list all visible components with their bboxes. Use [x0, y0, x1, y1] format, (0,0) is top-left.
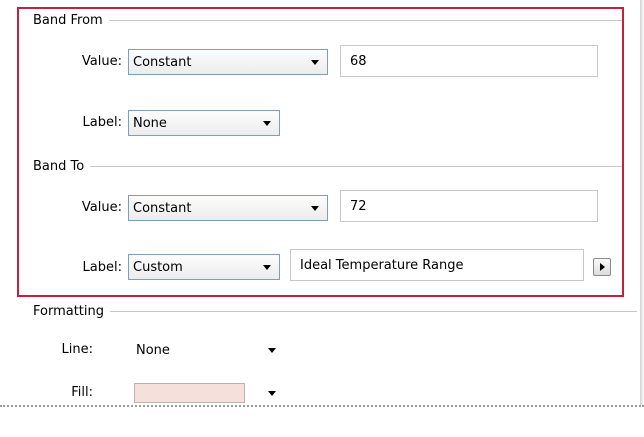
band-from-value-type-dropdown[interactable]: Constant — [128, 49, 328, 75]
chevron-down-icon — [268, 390, 276, 396]
band-from-value-label: Value: — [81, 54, 122, 69]
formatting-title: Formatting — [33, 303, 105, 319]
line-style-selected: None — [136, 342, 170, 358]
band-to-label-type-dropdown[interactable]: Custom — [128, 254, 280, 280]
line-style-dropdown[interactable]: None — [128, 337, 284, 363]
band-from-label-label: Label: — [82, 115, 122, 130]
band-from-value-input[interactable]: 68 — [340, 45, 598, 77]
band-from-label-type-selected: None — [133, 115, 167, 131]
band-to-divider — [90, 165, 623, 167]
fill-color-swatch — [134, 383, 245, 403]
band-from-value-type-selected: Constant — [133, 54, 192, 70]
band-to-value-label: Value: — [81, 200, 122, 215]
formatting-divider — [110, 310, 637, 312]
chevron-down-icon — [268, 347, 276, 353]
chevron-down-icon — [311, 205, 319, 211]
band-from-header: Band From — [33, 11, 623, 29]
right-triangle-icon — [599, 263, 605, 271]
band-to-custom-label-input[interactable]: Ideal Temperature Range — [290, 249, 584, 281]
band-from-label-type-dropdown[interactable]: None — [128, 110, 280, 136]
band-to-value-type-selected: Constant — [133, 200, 192, 216]
chevron-down-icon — [263, 120, 271, 126]
band-from-value-text: 68 — [350, 53, 367, 69]
band-to-label-type-selected: Custom — [133, 259, 183, 275]
formatting-header: Formatting — [33, 302, 637, 320]
reference-band-panel: Band From Value: Constant 68 Label: None… — [0, 0, 640, 420]
band-to-value-text: 72 — [350, 198, 367, 214]
band-to-value-input[interactable]: 72 — [340, 190, 598, 222]
fill-label: Fill: — [71, 385, 93, 400]
panel-shadow — [640, 0, 644, 420]
band-to-title: Band To — [33, 158, 85, 174]
band-to-custom-label-text: Ideal Temperature Range — [300, 257, 464, 273]
band-from-title: Band From — [33, 12, 103, 28]
insert-field-button[interactable] — [593, 258, 611, 276]
band-to-label-label: Label: — [82, 260, 122, 275]
line-label: Line: — [61, 342, 93, 357]
band-to-value-type-dropdown[interactable]: Constant — [128, 195, 328, 221]
torn-edge — [0, 405, 644, 437]
chevron-down-icon — [263, 264, 271, 270]
fill-color-dropdown[interactable] — [128, 381, 284, 405]
band-to-header: Band To — [33, 157, 623, 175]
band-from-divider — [108, 19, 623, 21]
chevron-down-icon — [311, 59, 319, 65]
